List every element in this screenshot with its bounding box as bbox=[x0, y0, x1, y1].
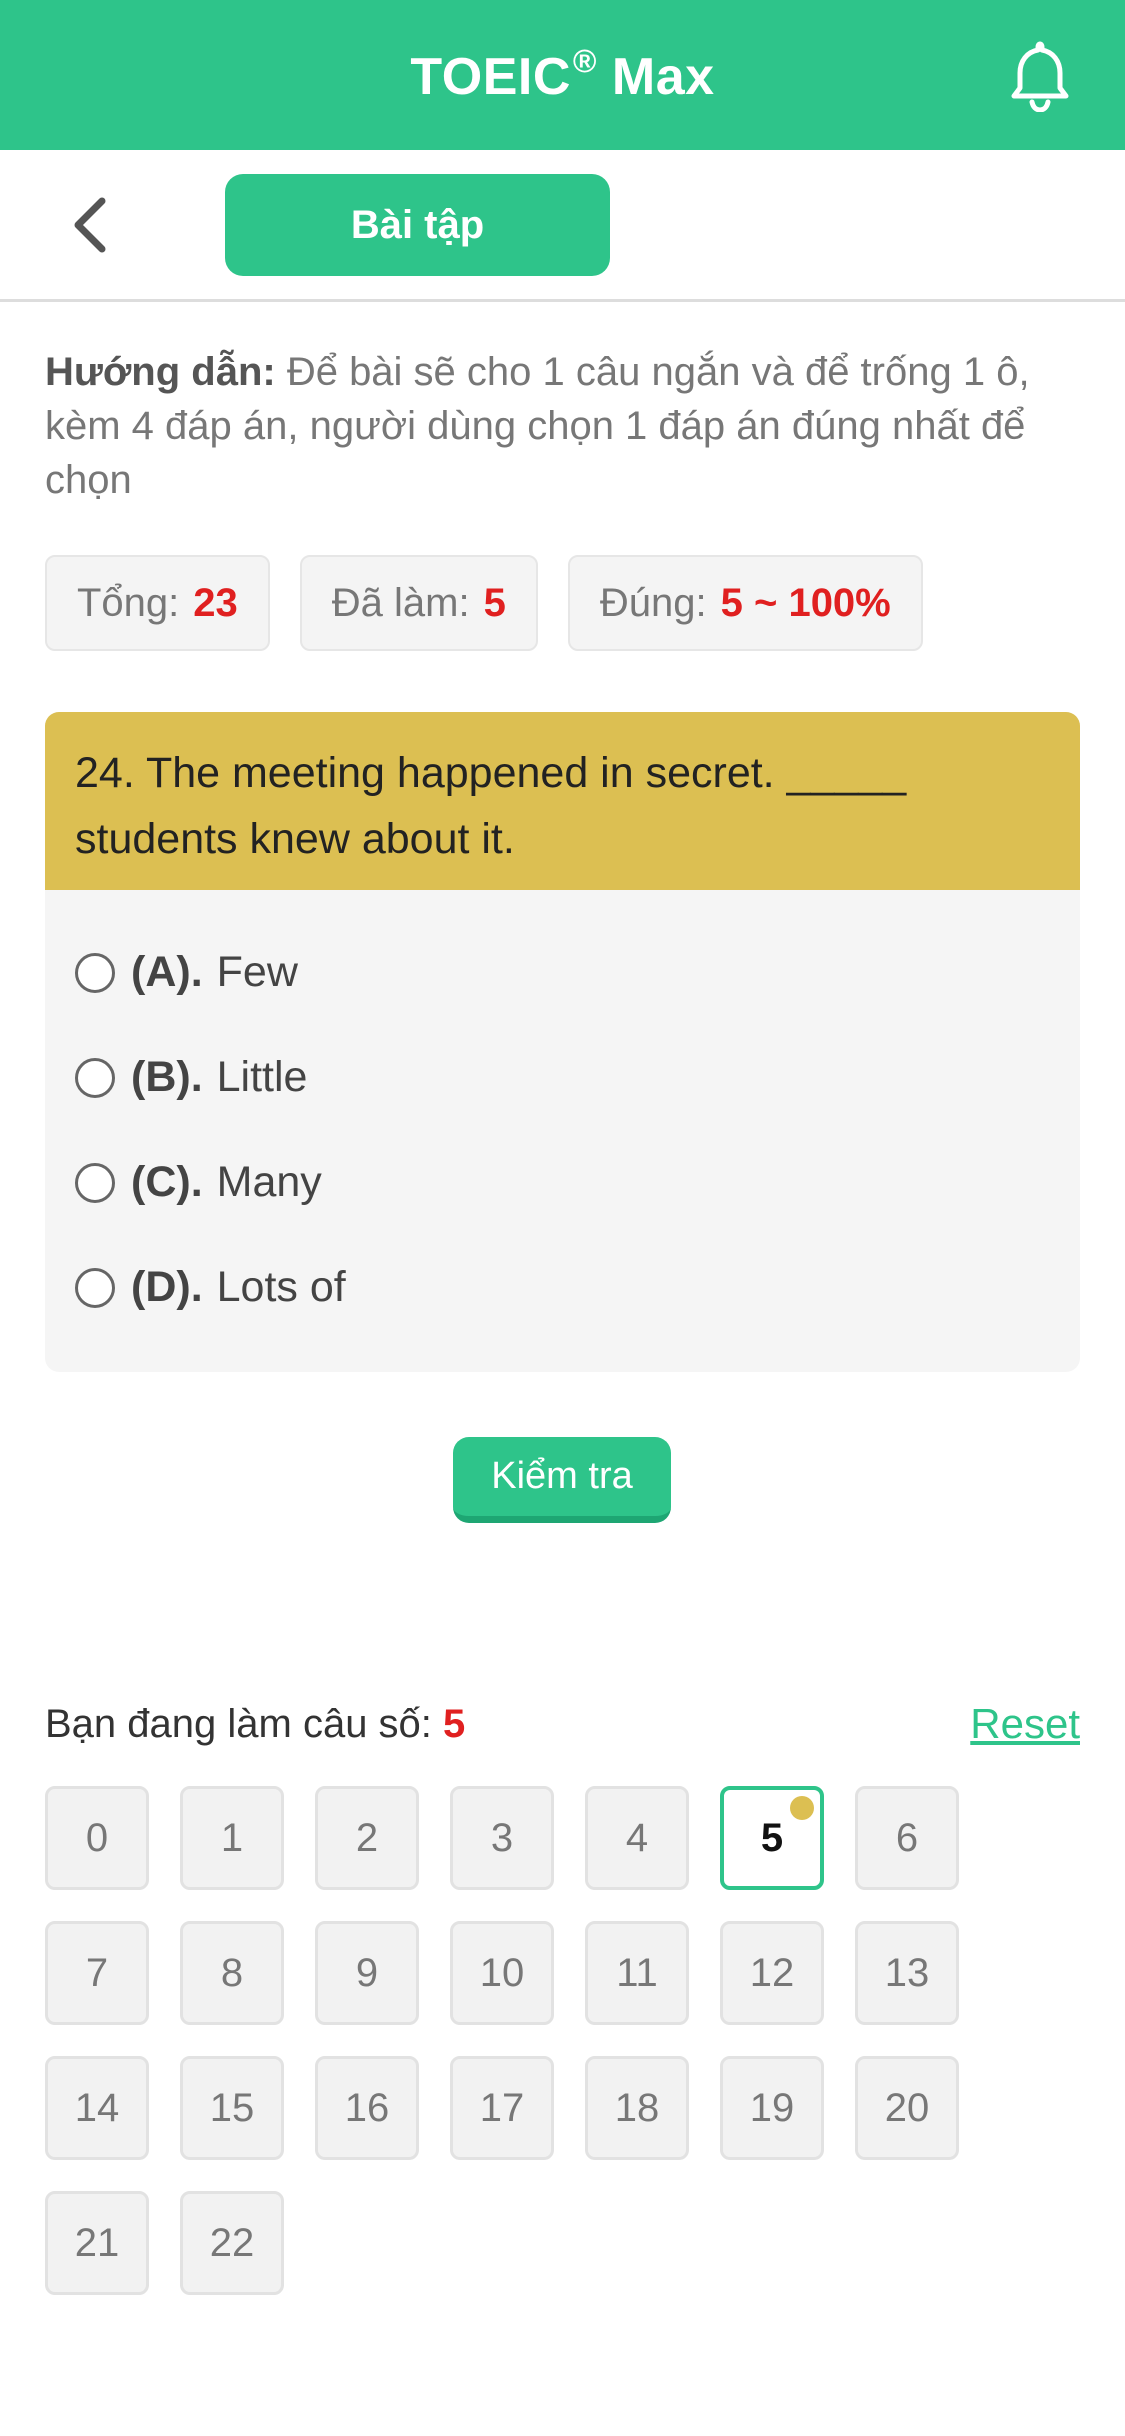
question-number[interactable]: 13 bbox=[855, 1921, 959, 2025]
question-number[interactable]: 12 bbox=[720, 1921, 824, 2025]
instructions-label: Hướng dẫn: bbox=[45, 350, 276, 394]
check-button[interactable]: Kiểm tra bbox=[453, 1437, 671, 1523]
question-number[interactable]: 0 bbox=[45, 1786, 149, 1890]
question-number[interactable]: 22 bbox=[180, 2191, 284, 2295]
tab-exercises[interactable]: Bài tập bbox=[225, 174, 610, 276]
radio-button[interactable] bbox=[75, 1162, 115, 1203]
radio-button[interactable] bbox=[75, 1057, 115, 1098]
reset-link[interactable]: Reset bbox=[970, 1700, 1080, 1748]
question-card: 24. The meeting happened in secret. ____… bbox=[45, 712, 1080, 1372]
stats-row: Tổng: 23 Đã làm: 5 Đúng: 5 ~ 100% bbox=[45, 555, 923, 651]
stat-correct: Đúng: 5 ~ 100% bbox=[567, 555, 923, 651]
option-c[interactable]: (C). Many bbox=[45, 1130, 1080, 1235]
answer-options: (A). Few (B). Little (C). Many (D). Lots… bbox=[45, 890, 1080, 1340]
question-number[interactable]: 18 bbox=[585, 2056, 689, 2160]
radio-button[interactable] bbox=[75, 1267, 115, 1308]
question-number[interactable]: 9 bbox=[315, 1921, 419, 2025]
question-number-active[interactable]: 5 bbox=[720, 1786, 824, 1890]
question-number[interactable]: 11 bbox=[585, 1921, 689, 2025]
instructions: Hướng dẫn: Để bài sẽ cho 1 câu ngắn và đ… bbox=[45, 345, 1085, 507]
question-text: 24. The meeting happened in secret. ____… bbox=[45, 712, 1080, 890]
sub-toolbar: Bài tập bbox=[0, 150, 1125, 302]
stat-total-value: 23 bbox=[193, 580, 238, 625]
option-d[interactable]: (D). Lots of bbox=[45, 1235, 1080, 1340]
question-number[interactable]: 2 bbox=[315, 1786, 419, 1890]
question-number[interactable]: 4 bbox=[585, 1786, 689, 1890]
question-number[interactable]: 19 bbox=[720, 2056, 824, 2160]
radio-button[interactable] bbox=[75, 952, 115, 993]
question-number[interactable]: 6 bbox=[855, 1786, 959, 1890]
question-number[interactable]: 10 bbox=[450, 1921, 554, 2025]
question-number[interactable]: 21 bbox=[45, 2191, 149, 2295]
question-number[interactable]: 16 bbox=[315, 2056, 419, 2160]
question-number[interactable]: 20 bbox=[855, 2056, 959, 2160]
current-question-label: Bạn đang làm câu số: 5 bbox=[45, 1701, 466, 1746]
stat-done-value: 5 bbox=[483, 580, 506, 625]
question-number[interactable]: 1 bbox=[180, 1786, 284, 1890]
question-number[interactable]: 15 bbox=[180, 2056, 284, 2160]
question-number-grid: 0 1 2 3 4 5 6 7 8 9 10 11 12 13 14 15 16 17 18 19 20 21 22 bbox=[45, 1786, 1045, 2295]
stat-correct-value: 5 ~ 100% bbox=[720, 580, 891, 625]
question-number[interactable]: 14 bbox=[45, 2056, 149, 2160]
current-question-row: Bạn đang làm câu số: 5 Reset bbox=[45, 1700, 1080, 1748]
current-question-number: 5 bbox=[443, 1701, 466, 1746]
question-number[interactable]: 8 bbox=[180, 1921, 284, 2025]
app-title: TOEIC® Max bbox=[410, 43, 715, 106]
app-header: TOEIC® Max bbox=[0, 0, 1125, 150]
question-number[interactable]: 17 bbox=[450, 2056, 554, 2160]
option-b[interactable]: (B). Little bbox=[45, 1025, 1080, 1130]
stat-total: Tổng: 23 bbox=[45, 555, 270, 651]
back-button[interactable] bbox=[60, 190, 120, 260]
question-number[interactable]: 7 bbox=[45, 1921, 149, 2025]
bell-icon[interactable] bbox=[1005, 38, 1075, 114]
question-number[interactable]: 3 bbox=[450, 1786, 554, 1890]
status-dot bbox=[790, 1796, 814, 1820]
stat-done: Đã làm: 5 bbox=[299, 555, 538, 651]
chevron-left-icon bbox=[74, 197, 106, 253]
option-a[interactable]: (A). Few bbox=[45, 920, 1080, 1025]
